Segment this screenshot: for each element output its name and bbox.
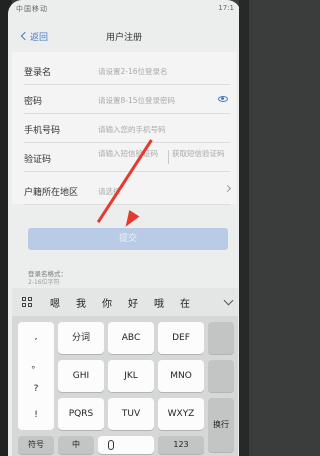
punctuation-column: , 。 ? ! [18,322,54,430]
code-row[interactable]: 验证码 请输入短信验证码 获取短信验证码 [24,142,230,172]
keyboard: 嗯 我 你 好 哦 在 , 。 ? ! 分词 ABC DEF GHI JKL M… [12,288,238,456]
backspace-key[interactable] [208,322,234,354]
carrier-label: 中国移动 [16,5,48,13]
phone-row[interactable]: 手机号码 请输入您的手机号码 [24,113,230,143]
username-input[interactable]: 请设置2-16位登录名 [98,66,168,77]
chevron-down-icon[interactable] [223,295,234,306]
phone-bezel-right [239,0,249,456]
grid-icon[interactable] [22,297,32,307]
enter-key[interactable]: 换行 [208,398,234,452]
nav-bar: 返回 用户注册 [12,24,236,46]
region-label: 户籍所在地区 [24,188,79,198]
key-abc[interactable]: ABC [108,322,154,354]
symbols-key[interactable]: 符号 [18,436,54,454]
status-bar: 中国移动 17:1 [16,4,234,16]
key-mno[interactable]: MNO [158,360,204,392]
punct-key[interactable]: 。 [18,358,54,371]
key-jkl[interactable]: JKL [108,360,154,392]
candidate-bar: 嗯 我 你 好 哦 在 [12,288,238,316]
key-ghi[interactable]: GHI [58,360,104,392]
punct-key[interactable]: , [18,332,54,342]
eye-icon[interactable] [218,96,228,102]
emoji-key[interactable] [208,360,234,392]
key-wxyz[interactable]: WXYZ [158,398,204,430]
key-pqrs[interactable]: PQRS [58,398,104,430]
candidate-word[interactable]: 哦 [154,295,164,310]
password-row[interactable]: 密码 请设置8-15位登录密码 [24,84,230,114]
code-label: 验证码 [24,155,52,165]
chevron-right-icon [223,184,232,193]
space-key[interactable] [98,436,154,454]
key-tuv[interactable]: TUV [108,398,154,430]
username-label: 登录名 [24,68,52,78]
number-key[interactable]: 123 [158,436,204,454]
phone-label: 手机号码 [24,126,61,136]
password-label: 密码 [24,97,43,107]
candidate-word[interactable]: 我 [76,295,86,310]
clock: 17:1 [218,4,234,12]
phone-input[interactable]: 请输入您的手机号码 [98,124,166,135]
mic-icon [108,440,114,450]
username-row[interactable]: 登录名 请设置2-16位登录名 [24,55,230,85]
punct-key[interactable]: ! [18,410,54,420]
get-code-button[interactable]: 获取短信验证码 [172,148,228,159]
key-fenci[interactable]: 分词 [58,322,104,354]
code-input[interactable]: 请输入短信验证码 [98,148,164,159]
candidate-word[interactable]: 好 [128,295,138,310]
candidate-word[interactable]: 你 [102,295,112,310]
key-def[interactable]: DEF [158,322,204,354]
language-key[interactable]: 中 [58,436,94,454]
page-title: 用户注册 [105,33,142,43]
username-format-detail: 2-16位字符 [28,279,60,286]
submit-button[interactable]: 提交 [28,228,228,250]
candidate-word[interactable]: 嗯 [50,295,60,310]
divider [168,150,169,164]
password-input[interactable]: 请设置8-15位登录密码 [98,95,175,106]
punct-key[interactable]: ? [18,384,54,394]
candidate-word[interactable]: 在 [180,295,190,310]
